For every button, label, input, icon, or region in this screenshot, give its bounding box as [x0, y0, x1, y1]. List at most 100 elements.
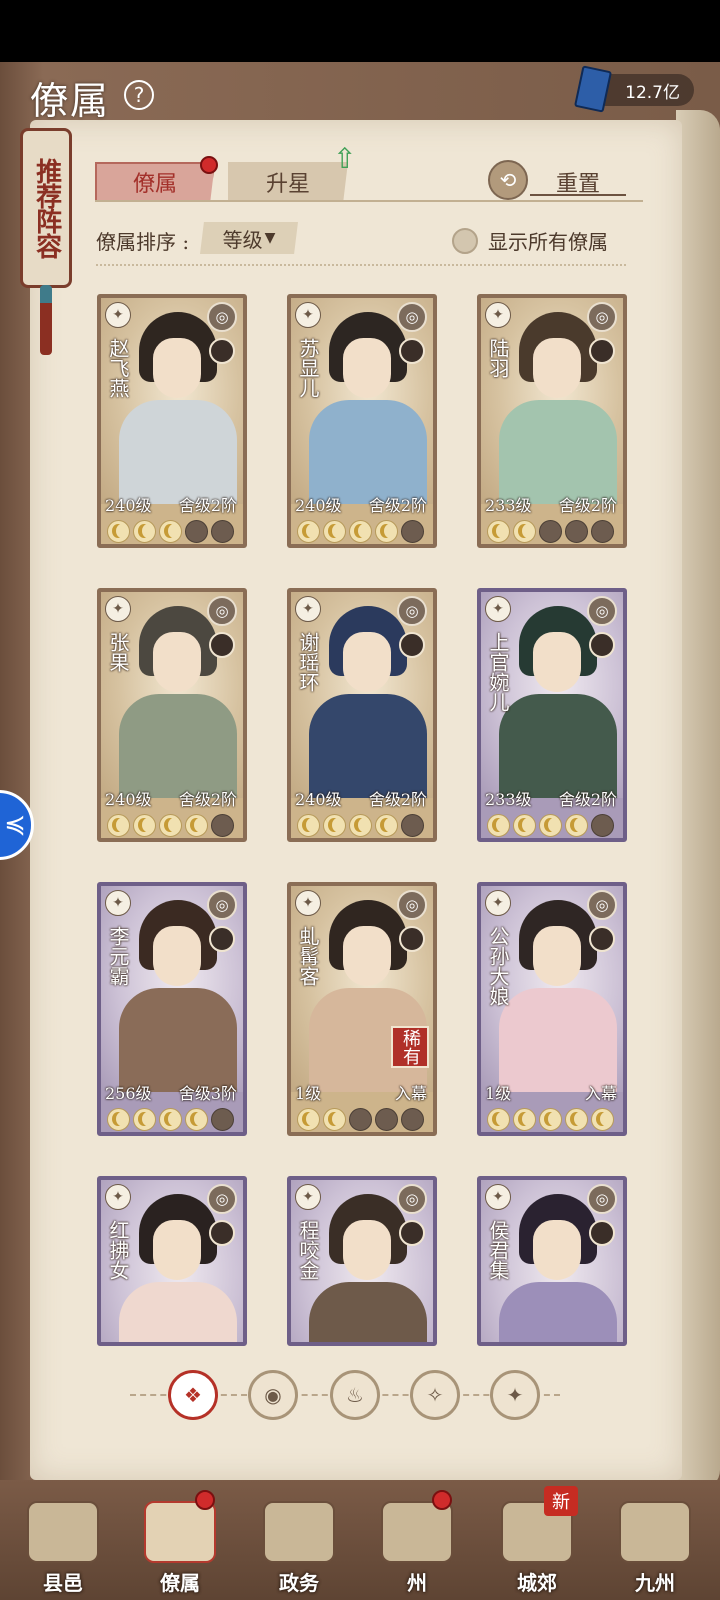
portrait-face — [533, 1220, 581, 1280]
portrait-face — [343, 632, 391, 692]
moon-star-lit-icon — [565, 1108, 588, 1131]
nav-art-icon — [263, 1501, 335, 1563]
notification-dot — [432, 1490, 452, 1510]
nav-item[interactable]: 僚属 — [125, 1486, 235, 1596]
mini-avatar — [209, 1220, 235, 1246]
retainer-card[interactable]: ✦ ◎ 李元霸 256级 舍级3阶 — [97, 882, 247, 1136]
new-badge: 新 — [544, 1486, 578, 1516]
moon-star-empty-icon — [185, 520, 208, 543]
retainer-card[interactable]: ✦ ◎ 侯君集 — [477, 1176, 627, 1346]
attribute-icon: ◎ — [207, 302, 237, 332]
currency-value: 12.7亿 — [625, 82, 680, 103]
class-icon: ✦ — [295, 596, 321, 622]
gourd-class-icon[interactable]: ♨ — [330, 1370, 380, 1420]
rarity-tag: 稀有 — [391, 1026, 429, 1068]
mini-avatar — [399, 338, 425, 364]
moon-star-lit-icon — [375, 814, 398, 837]
star-rating — [107, 1108, 234, 1131]
side-button-glyph: ≼ — [4, 810, 26, 840]
retainer-card[interactable]: ✦ ◎ 陆羽 233级 舍级2阶 — [477, 294, 627, 548]
retainer-card[interactable]: ✦ ◎ 上官婉儿 233级 舍级2阶 — [477, 588, 627, 842]
nav-item[interactable]: 政务 — [244, 1486, 354, 1596]
portrait-robe — [119, 988, 237, 1092]
moon-star-lit-icon — [185, 814, 208, 837]
nav-art-icon — [381, 1501, 453, 1563]
moon-star-lit-icon — [513, 520, 536, 543]
beast-class-icon[interactable]: ✦ — [490, 1370, 540, 1420]
retainer-rank: 舍级2阶 — [368, 496, 427, 515]
moon-star-lit-icon — [539, 814, 562, 837]
retainer-card[interactable]: ✦ ◎ 红拂女 — [97, 1176, 247, 1346]
retainer-name: 谢瑶环 — [296, 632, 320, 692]
moon-star-lit-icon — [185, 1108, 208, 1131]
retainer-rank: 舍级2阶 — [178, 496, 237, 515]
retainer-level: 240级 — [295, 496, 342, 515]
help-icon[interactable]: ? — [124, 80, 154, 110]
retainer-card[interactable]: ✦ ◎ 程咬金 — [287, 1176, 437, 1346]
retainer-name: 张果 — [106, 632, 130, 672]
mini-avatar — [589, 926, 615, 952]
sort-value: 等级 — [222, 227, 263, 252]
retainer-level: 233级 — [485, 496, 532, 515]
moon-star-empty-icon — [401, 520, 424, 543]
nav-item[interactable]: 县邑 — [8, 1486, 118, 1596]
nav-item[interactable]: 城郊 新 — [482, 1486, 592, 1596]
sort-dropdown[interactable]: 等级 ▼ — [200, 222, 298, 254]
class-icon: ✦ — [105, 302, 131, 328]
retainer-rank: 舍级3阶 — [178, 1084, 237, 1103]
moon-star-lit-icon — [349, 520, 372, 543]
banner-label: 推荐阵容 — [31, 158, 62, 258]
recommended-lineup-banner[interactable]: 推荐阵容 — [20, 128, 72, 288]
tab-retainers[interactable]: 僚属 — [95, 162, 215, 202]
moon-star-lit-icon — [107, 814, 130, 837]
retainer-card[interactable]: ✦ ◎ 公孙大娘 1级 入幕 — [477, 882, 627, 1136]
reset-button[interactable]: 重置 — [530, 166, 626, 197]
nav-label: 政务 — [279, 1571, 319, 1595]
moon-star-lit-icon — [539, 1108, 562, 1131]
nav-item[interactable]: 州 — [362, 1486, 472, 1596]
moon-star-empty-icon — [211, 520, 234, 543]
portrait-face — [153, 1220, 201, 1280]
portrait-robe — [499, 1282, 617, 1342]
retainer-level: 240级 — [295, 790, 342, 809]
retainer-card[interactable]: ✦ ◎ 张果 240级 舍级2阶 — [97, 588, 247, 842]
retainer-card[interactable]: ✦ ◎ 虬髯客 1级 入幕 稀有 — [287, 882, 437, 1136]
reset-icon[interactable]: ⟲ — [488, 160, 528, 200]
portrait-robe — [119, 694, 237, 798]
moon-star-lit-icon — [159, 520, 182, 543]
nav-art-icon — [27, 1501, 99, 1563]
tassel-decoration — [40, 285, 52, 355]
attribute-icon: ◎ — [207, 890, 237, 920]
moon-star-lit-icon — [591, 1108, 614, 1131]
class-icon: ✦ — [105, 890, 131, 916]
moon-star-lit-icon — [487, 814, 510, 837]
retainer-level: 233级 — [485, 790, 532, 809]
attribute-icon: ◎ — [207, 1184, 237, 1214]
moon-star-lit-icon — [513, 1108, 536, 1131]
retainer-card[interactable]: ✦ ◎ 赵飞燕 240级 舍级2阶 — [97, 294, 247, 548]
portrait-robe — [309, 1282, 427, 1342]
portrait-robe — [119, 1282, 237, 1342]
retainer-name: 陆羽 — [486, 338, 510, 378]
nav-item[interactable]: 九州 — [600, 1486, 710, 1596]
portrait-robe — [499, 988, 617, 1092]
attribute-icon: ◎ — [397, 302, 427, 332]
retainer-card[interactable]: ✦ ◎ 苏显儿 240级 舍级2阶 — [287, 294, 437, 548]
fan-class-icon[interactable]: ✧ — [410, 1370, 460, 1420]
bell-class-icon[interactable]: ◉ — [248, 1370, 298, 1420]
moon-star-lit-icon — [133, 520, 156, 543]
moon-star-lit-icon — [133, 1108, 156, 1131]
show-all-toggle[interactable] — [452, 228, 478, 254]
moon-star-lit-icon — [159, 1108, 182, 1131]
divider — [96, 264, 626, 266]
book-page-edge — [676, 110, 720, 1490]
tab-star-up[interactable]: 升星 — [228, 162, 348, 202]
retainer-card[interactable]: ✦ ◎ 谢瑶环 240级 舍级2阶 — [287, 588, 437, 842]
retainer-name: 侯君集 — [486, 1220, 510, 1280]
retainer-name: 公孙大娘 — [486, 926, 510, 1006]
class-icon: ✦ — [485, 302, 511, 328]
retainer-name: 苏显儿 — [296, 338, 320, 398]
retainer-level: 240级 — [105, 790, 152, 809]
all-icon[interactable]: ❖ — [168, 1370, 218, 1420]
retainer-name: 红拂女 — [106, 1220, 130, 1280]
